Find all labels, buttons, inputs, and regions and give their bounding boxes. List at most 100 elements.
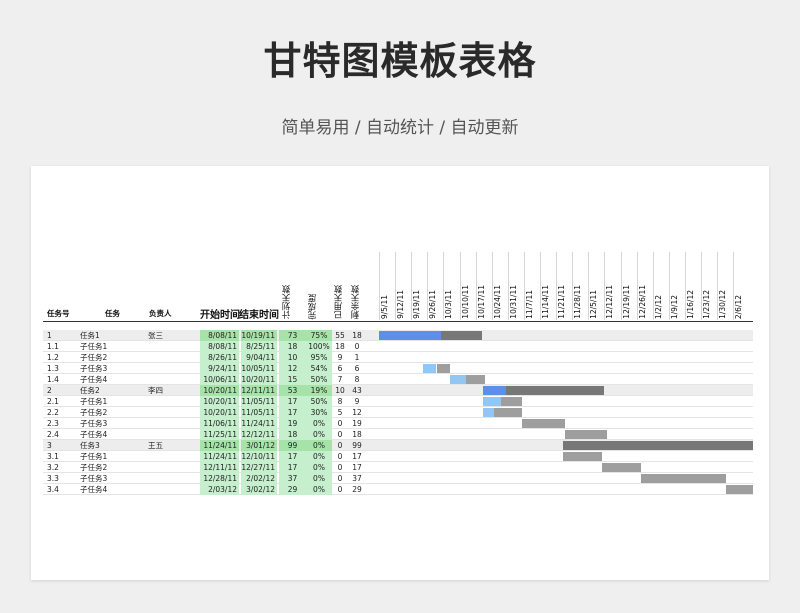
gantt-sheet: 任务号 任务 负责人 开始时间 结束时间 计划天数 完成度 已用天数 剩余天数 … [31,166,769,580]
cell-end: 12/12/11 [241,429,277,440]
cell-task: 子任务3 [80,474,108,483]
gantt-bar-remaining [494,408,522,417]
cell-remain: 17 [352,452,362,461]
cell-task: 子任务2 [80,463,108,472]
cell-owner [148,341,178,352]
cell-end: 9/04/11 [241,352,277,363]
cell-used: 9 [337,353,343,362]
cell-id: 3.3 [47,474,59,483]
cell-used: 7 [337,375,343,384]
cell-end: 8/25/11 [241,341,277,352]
cell-owner [148,429,178,440]
gantt-bar-remaining [565,430,607,439]
col-header-remain: 剩余天数 [351,285,361,319]
gantt-gridline [475,252,477,320]
cell-used: 5 [337,408,343,417]
cell-owner [148,374,178,385]
gantt-bar-completed [450,375,467,384]
gantt-bar-remaining [521,419,566,428]
cell-remain: 17 [352,463,362,472]
col-header-id: 任务号 [47,309,70,318]
cell-id: 2 [47,386,52,395]
cell-done: 0% [306,418,332,429]
gantt-gridline [588,252,590,320]
cell-used: 8 [337,397,343,406]
cell-task: 子任务3 [80,364,108,373]
cell-done: 75% [306,330,332,341]
col-header-planned: 计划天数 [282,285,292,319]
cell-end: 10/05/11 [241,363,277,374]
cell-used: 0 [337,419,343,428]
gantt-gridline [507,252,509,320]
cell-id: 1.2 [47,353,59,362]
cell-remain: 37 [352,474,362,483]
cell-owner [148,418,178,429]
cell-id: 1.4 [47,375,59,384]
cell-owner [148,484,178,495]
col-header-owner: 负责人 [149,309,172,318]
gantt-gridline [636,252,638,320]
cell-owner: 张三 [148,331,163,340]
cell-start: 11/06/11 [200,418,239,429]
cell-remain: 19 [352,419,362,428]
cell-planned: 17 [279,462,306,473]
cell-remain: 0 [354,342,360,351]
cell-task: 子任务1 [80,397,108,406]
cell-start: 11/24/11 [200,451,239,462]
gantt-bar-completed [379,331,442,340]
cell-task: 子任务2 [80,408,108,417]
cell-start: 2/03/12 [200,484,239,495]
cell-planned: 53 [279,385,306,396]
cell-done: 19% [306,385,332,396]
cell-id: 2.1 [47,397,59,406]
cell-id: 3.4 [47,485,59,494]
gantt-bar-remaining [466,375,485,384]
gantt-bar-remaining [505,386,605,395]
cell-done: 0% [306,462,332,473]
cell-done: 50% [306,396,332,407]
gantt-bar-completed [482,397,501,406]
cell-done: 54% [306,363,332,374]
page-title: 甘特图模板表格 [263,39,537,83]
gantt-gridline [620,252,622,320]
cell-end: 11/05/11 [241,396,277,407]
cell-owner [148,462,178,473]
gantt-gridline [684,252,686,320]
cell-task: 任务1 [80,331,100,340]
gantt-gridline [411,252,413,320]
gantt-gridline [379,252,380,320]
cell-used: 0 [337,485,343,494]
gantt-bar-completed [482,408,494,417]
cell-id: 3.1 [47,452,59,461]
gantt-bar-remaining [602,463,642,472]
cell-done: 100% [306,341,332,352]
cell-owner [148,473,178,484]
cell-done: 0% [306,451,332,462]
cell-used: 0 [337,463,343,472]
col-header-used: 已用天数 [334,285,344,319]
table-row[interactable]: 3.4 子任务4 2/03/12 3/02/12 29 0% 0 29 [43,484,753,495]
cell-owner [148,396,178,407]
cell-task: 子任务4 [80,375,108,384]
cell-id: 2.4 [47,430,59,439]
cell-start: 12/28/11 [200,473,239,484]
cell-used: 0 [337,430,343,439]
gantt-bar-completed [482,386,506,395]
cell-id: 3 [47,441,52,450]
gantt-chart [379,166,753,494]
cell-done: 0% [306,429,332,440]
gantt-bar-remaining [441,331,483,340]
cell-remain: 8 [354,375,360,384]
cell-planned: 17 [279,451,306,462]
gantt-gridline [556,252,558,320]
gantt-gridline [733,252,735,320]
gantt-bar-remaining [563,441,753,450]
cell-used: 0 [337,474,343,483]
cell-done: 50% [306,374,332,385]
cell-end: 3/02/12 [241,484,277,495]
cell-remain: 18 [352,331,362,340]
cell-owner [148,407,178,418]
cell-planned: 18 [279,341,306,352]
cell-task: 子任务1 [80,342,108,351]
cell-remain: 6 [354,364,360,373]
